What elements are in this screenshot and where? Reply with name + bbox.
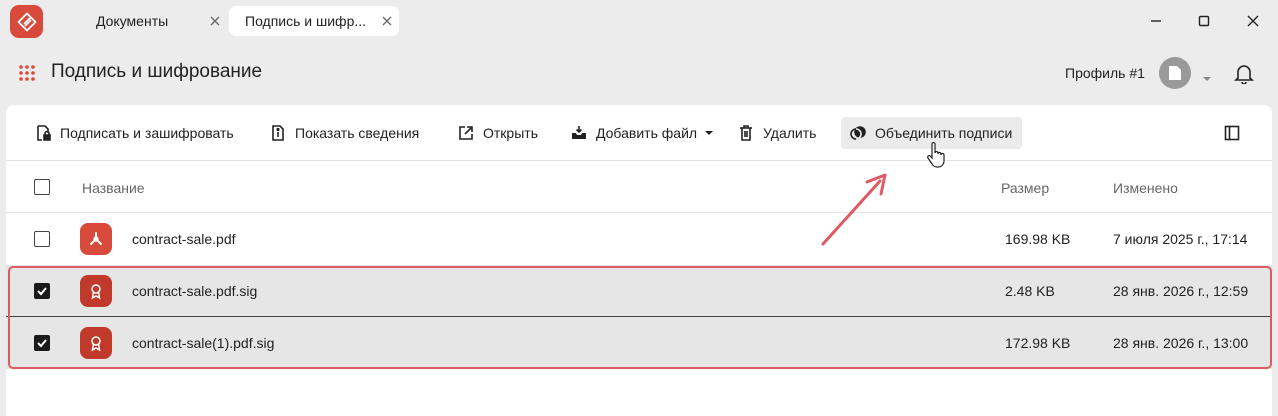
pdf-file-icon [80, 223, 112, 255]
merge-circles-icon [850, 126, 866, 140]
chevron-down-icon [705, 131, 714, 135]
layout-panel-icon[interactable] [1224, 125, 1240, 146]
tab-documents[interactable]: Документы [55, 6, 227, 36]
file-modified: 7 июля 2025 г., 17:14 [1113, 231, 1248, 247]
tab-documents-label: Документы [96, 13, 169, 29]
maximize-icon[interactable] [1191, 8, 1217, 34]
external-link-icon [459, 126, 473, 140]
checkmark-icon [37, 287, 47, 296]
apps-grid-icon[interactable] [18, 64, 36, 87]
file-name: contract-sale.pdf [132, 231, 236, 247]
sign-encrypt-icon [37, 125, 51, 141]
main-panel: Подписать и зашифровать Показать сведени… [6, 105, 1272, 416]
minimize-icon[interactable] [1143, 8, 1169, 34]
title-bar: Документы Подпись и шифр... [0, 0, 1278, 42]
sign-encrypt-button[interactable]: Подписать и зашифровать [26, 117, 242, 149]
delete-label: Удалить [763, 125, 817, 141]
delete-button[interactable]: Удалить [729, 117, 824, 149]
avatar[interactable] [1159, 57, 1191, 89]
table-row[interactable]: contract-sale.pdf 169.98 KB 7 июля 2025 … [6, 213, 1272, 265]
checkmark-icon [37, 339, 47, 348]
file-name: contract-sale(1).pdf.sig [132, 335, 275, 351]
column-modified-header[interactable]: Изменено [1113, 180, 1178, 196]
row-checkbox[interactable] [34, 283, 50, 299]
add-file-icon [572, 126, 586, 139]
file-name: contract-sale.pdf.sig [132, 283, 258, 299]
signature-file-icon [80, 327, 112, 359]
close-tab-icon[interactable] [207, 13, 223, 29]
show-info-label: Показать сведения [295, 125, 420, 141]
add-file-button[interactable]: Добавить файл [562, 117, 722, 149]
file-modified: 28 янв. 2026 г., 13:00 [1113, 335, 1249, 351]
tab-sign-encrypt[interactable]: Подпись и шифр... [229, 6, 399, 36]
row-checkbox[interactable] [34, 335, 50, 351]
close-tab-icon[interactable] [379, 13, 395, 29]
close-icon[interactable] [1240, 8, 1266, 34]
table-header: Название Размер Изменено [6, 162, 1272, 213]
trash-icon [740, 125, 752, 141]
file-size: 2.48 KB [1005, 283, 1055, 299]
row-checkbox[interactable] [34, 231, 50, 247]
table-row[interactable]: contract-sale(1).pdf.sig 172.98 KB 28 ян… [6, 317, 1272, 369]
file-modified: 28 янв. 2026 г., 12:59 [1113, 283, 1249, 299]
column-size-header[interactable]: Размер [1001, 180, 1049, 196]
show-info-button[interactable]: Показать сведения [261, 117, 427, 149]
file-size: 172.98 KB [1005, 335, 1071, 351]
add-file-label: Добавить файл [596, 125, 698, 141]
toolbar: Подписать и зашифровать Показать сведени… [6, 105, 1272, 161]
app-logo-icon[interactable] [10, 5, 43, 38]
bell-icon[interactable] [1234, 62, 1254, 89]
table-row[interactable]: contract-sale.pdf.sig 2.48 KB 28 янв. 20… [6, 265, 1272, 317]
signature-file-icon [80, 275, 112, 307]
merge-signatures-label: Объединить подписи [875, 125, 1013, 141]
column-name-header[interactable]: Название [82, 180, 145, 196]
sign-encrypt-label: Подписать и зашифровать [60, 125, 234, 141]
open-button[interactable]: Открыть [449, 117, 546, 149]
profile-name[interactable]: Профиль #1 [1065, 65, 1145, 81]
file-size: 169.98 KB [1005, 231, 1071, 247]
page-title: Подпись и шифрование [51, 61, 263, 82]
chevron-down-icon[interactable] [1202, 69, 1212, 87]
hand-cursor-icon [927, 142, 945, 168]
app-header: Подпись и шифрование Профиль #1 [0, 42, 1278, 104]
select-all-checkbox[interactable] [34, 179, 50, 195]
tab-sign-encrypt-label: Подпись и шифр... [245, 13, 367, 29]
open-label: Открыть [483, 125, 538, 141]
info-document-icon [272, 125, 284, 141]
